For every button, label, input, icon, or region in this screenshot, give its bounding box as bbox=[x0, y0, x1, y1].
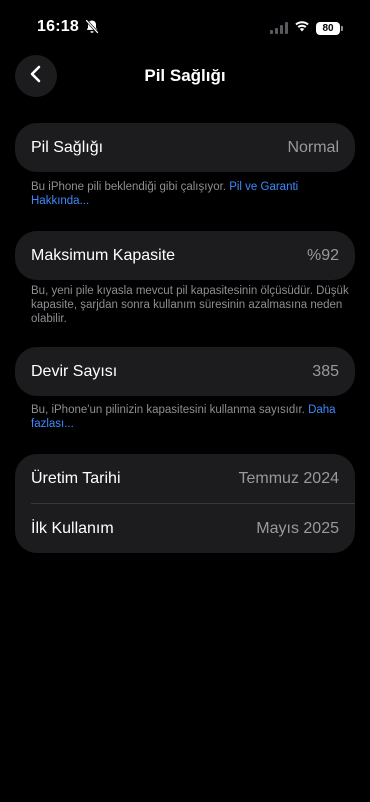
bell-slash-icon bbox=[85, 19, 99, 34]
dates-card: Üretim Tarihi Temmuz 2024 İlk Kullanım M… bbox=[15, 454, 355, 553]
battery-health-note: Bu iPhone pili beklendiği gibi çalışıyor… bbox=[31, 180, 351, 208]
status-bar: 16:18 80 bbox=[0, 0, 370, 50]
battery-icon: 80 bbox=[316, 21, 343, 35]
max-capacity-card: Maksimum Kapasite %92 bbox=[15, 231, 355, 280]
max-capacity-note: Bu, yeni pile kıyasla mevcut pil kapasit… bbox=[31, 285, 349, 325]
battery-health-label: Pil Sağlığı bbox=[31, 138, 104, 156]
manufacture-date-value: Temmuz 2024 bbox=[238, 469, 340, 487]
first-use-value: Mayıs 2025 bbox=[256, 519, 339, 537]
max-capacity-label: Maksimum Kapasite bbox=[31, 246, 176, 264]
wifi-icon bbox=[294, 19, 310, 37]
status-indicators: 80 bbox=[270, 19, 343, 37]
cellular-signal-icon bbox=[270, 22, 288, 34]
cycle-count-card: Devir Sayısı 385 bbox=[15, 347, 355, 396]
first-use-label: İlk Kullanım bbox=[31, 519, 114, 537]
cycle-count-note-text: Bu, iPhone'un pilinizin kapasitesini kul… bbox=[31, 404, 309, 416]
battery-health-row[interactable]: Pil Sağlığı Normal bbox=[15, 123, 355, 172]
battery-health-value: Normal bbox=[287, 138, 339, 156]
status-time: 16:18 bbox=[37, 18, 79, 35]
cycle-count-row: Devir Sayısı 385 bbox=[15, 347, 355, 396]
first-use-row: İlk Kullanım Mayıs 2025 bbox=[15, 504, 355, 553]
battery-health-card: Pil Sağlığı Normal bbox=[15, 123, 355, 172]
max-capacity-value: %92 bbox=[306, 246, 339, 264]
cycle-count-note: Bu, iPhone'un pilinizin kapasitesini kul… bbox=[31, 403, 351, 431]
page-title: Pil Sağlığı bbox=[144, 66, 226, 85]
max-capacity-row: Maksimum Kapasite %92 bbox=[15, 231, 355, 280]
cycle-count-value: 385 bbox=[312, 362, 339, 380]
manufacture-date-row: Üretim Tarihi Temmuz 2024 bbox=[15, 454, 355, 503]
cycle-count-label: Devir Sayısı bbox=[31, 362, 118, 380]
manufacture-date-label: Üretim Tarihi bbox=[31, 469, 121, 487]
battery-health-note-text: Bu iPhone pili beklendiği gibi çalışıyor… bbox=[31, 181, 230, 193]
